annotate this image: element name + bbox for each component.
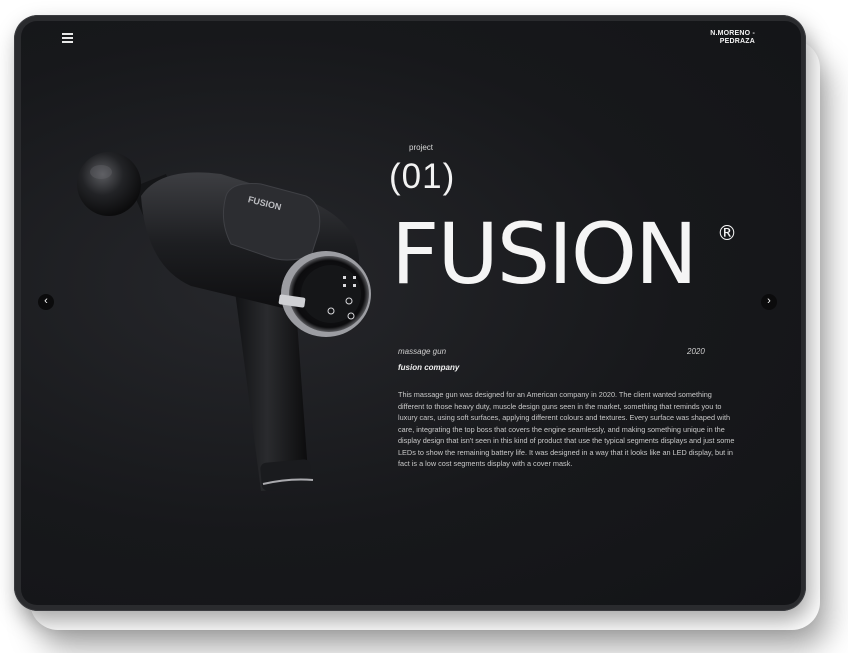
chevron-right-icon: › [767,295,771,307]
hamburger-line [62,41,73,43]
product-image: FUSION [77,152,371,491]
site-logo[interactable]: N.MORENO - PEDRAZA [695,30,755,46]
logo-line-1: N.MORENO - [710,30,755,37]
screen: N.MORENO - PEDRAZA ‹ › FUSION project (0… [21,21,801,605]
hamburger-line [62,33,73,35]
project-number: (01) [389,157,456,196]
registered-mark: ® [717,221,737,245]
previous-project-button[interactable]: ‹ [38,294,54,310]
project-title: FUSION [391,205,698,303]
project-label: project [409,143,434,152]
project-client: fusion company [398,363,460,372]
project-description: This massage gun was designed for an Ame… [398,390,735,468]
project-year: 2020 [687,347,705,356]
hamburger-line [62,37,73,39]
chevron-left-icon: ‹ [44,295,48,307]
project-type: massage gun [398,347,447,356]
logo-line-2: PEDRAZA [719,38,755,45]
next-project-button[interactable]: › [761,294,777,310]
hamburger-icon[interactable] [62,33,73,43]
